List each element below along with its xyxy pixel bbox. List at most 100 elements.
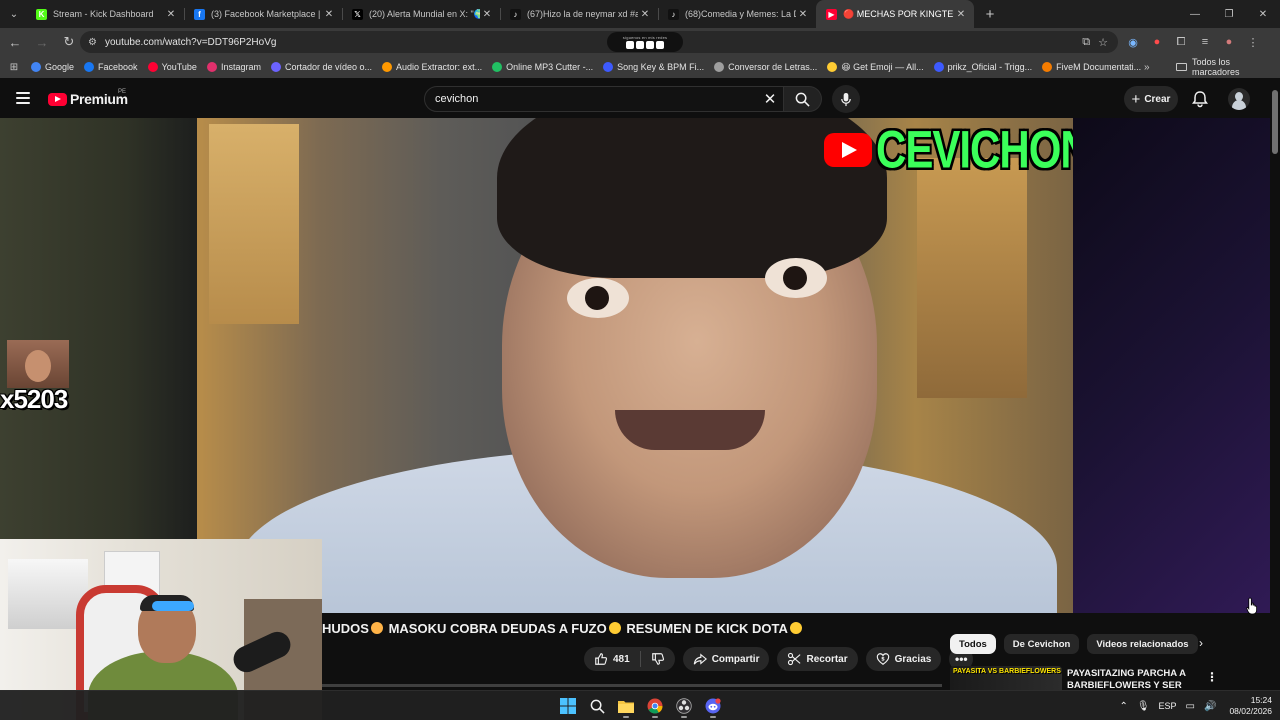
tray-network-icon[interactable]: ▭ bbox=[1186, 701, 1195, 712]
bookmark-label: FiveM Documentati... bbox=[1056, 62, 1142, 72]
bookmark-item[interactable]: 😆 Get Emoji — All... bbox=[822, 62, 928, 73]
create-button[interactable]: + Crear bbox=[1124, 86, 1178, 112]
tray-microphone-icon[interactable]: 🎙 bbox=[1137, 701, 1150, 712]
extension-audio-icon[interactable]: ◉ bbox=[1124, 36, 1142, 49]
like-count: 481 bbox=[613, 653, 630, 665]
browser-tab[interactable]: ▶ 🔴 MECHAS POR KINGTEKA 🔴✕ bbox=[816, 0, 974, 28]
all-bookmarks-button[interactable]: Todos los marcadores bbox=[1176, 56, 1280, 78]
tab-title: (3) Facebook Marketplace | Fac bbox=[211, 9, 322, 19]
dislike-button[interactable] bbox=[641, 647, 675, 671]
video-frame-window-right bbox=[917, 158, 1027, 398]
close-tab-icon[interactable]: ✕ bbox=[322, 9, 336, 20]
close-tab-icon[interactable]: ✕ bbox=[638, 9, 652, 20]
bookmark-star-icon[interactable]: ☆ bbox=[1098, 36, 1108, 49]
bookmark-item[interactable]: prikz_Oficial - Trigg... bbox=[929, 62, 1038, 73]
install-app-icon[interactable]: ⧉ bbox=[1082, 36, 1090, 49]
like-button[interactable]: 481 bbox=[584, 647, 640, 671]
taskbar-clock[interactable]: 15:24 08/02/2026 bbox=[1229, 695, 1272, 717]
site-info-icon[interactable]: ⚙ bbox=[88, 37, 97, 48]
bookmark-item[interactable]: Audio Extractor: ext... bbox=[377, 62, 487, 73]
extension-record-icon[interactable]: ● bbox=[1148, 36, 1166, 48]
video-title-part-1: HUDOS bbox=[322, 621, 369, 636]
profile-icon[interactable]: ● bbox=[1220, 36, 1238, 48]
notifications-bell-icon[interactable] bbox=[1190, 89, 1210, 109]
browser-tab[interactable]: 𝕏 (20) Alerta Mundial en X: "🌍 | ✕ bbox=[342, 0, 500, 28]
tab-title: (67)Hizo la de neymar xd #acu bbox=[527, 9, 638, 19]
clear-search-icon[interactable]: ✕ bbox=[757, 90, 783, 108]
page-scrollbar[interactable] bbox=[1271, 80, 1280, 690]
bookmark-item[interactable]: Song Key & BPM Fi... bbox=[598, 62, 709, 73]
windows-start-icon[interactable] bbox=[556, 694, 580, 718]
close-tab-icon[interactable]: ✕ bbox=[164, 9, 178, 20]
account-avatar[interactable] bbox=[1228, 88, 1250, 110]
stream-alert-image bbox=[7, 340, 69, 388]
bookmark-item[interactable]: Conversor de Letras... bbox=[709, 62, 822, 73]
file-explorer-icon[interactable] bbox=[614, 694, 638, 718]
windows-taskbar: ⌃ 🎙 ESP ▭ 🔊 15:24 08/02/2026 bbox=[0, 690, 1280, 720]
browser-tab[interactable]: ♪ (67)Hizo la de neymar xd #acu ✕ bbox=[500, 0, 658, 28]
bookmark-favicon-icon bbox=[270, 62, 281, 72]
thanks-button[interactable]: $ Gracias bbox=[865, 647, 942, 671]
filter-chip[interactable]: De Cevichon bbox=[1003, 634, 1080, 654]
taskbar-search-icon[interactable] bbox=[585, 694, 609, 718]
bookmark-item[interactable]: Instagram bbox=[202, 62, 266, 73]
browser-tab-strip: ⌄ K Stream - Kick Dashboard ✕ f (3) Facebook… bbox=[0, 0, 1280, 28]
voice-search-button[interactable] bbox=[832, 85, 860, 113]
browser-menu-icon[interactable]: ⋮ bbox=[1244, 36, 1262, 49]
bookmark-item[interactable]: Cortador de vídeo o... bbox=[266, 62, 377, 73]
input-language[interactable]: ESP bbox=[1159, 701, 1177, 711]
recommendation-menu-icon[interactable]: ⋮ bbox=[1206, 670, 1218, 684]
clip-button[interactable]: Recortar bbox=[777, 647, 858, 671]
tab-search-chevron-icon[interactable]: ⌄ bbox=[2, 3, 26, 25]
tray-overflow-chevron-icon[interactable]: ⌃ bbox=[1119, 701, 1127, 712]
close-tab-icon[interactable]: ✕ bbox=[796, 9, 810, 20]
media-controls-icon[interactable]: ≡ bbox=[1196, 36, 1214, 48]
bookmark-item[interactable]: Google bbox=[26, 62, 79, 73]
recommendation-title[interactable]: PAYASITAZING PARCHA A BARBIEFLOWERS Y SE… bbox=[1067, 668, 1199, 688]
bookmark-item[interactable]: Online MP3 Cutter -... bbox=[487, 62, 598, 73]
filter-chip[interactable]: Todos bbox=[950, 634, 996, 654]
search-button[interactable] bbox=[784, 86, 822, 112]
channel-brand-overlay: CEVICHON bbox=[824, 120, 1073, 179]
youtube-masthead: Premium PE cevichon ✕ + Crear bbox=[0, 80, 1280, 118]
address-bar[interactable]: ⚙ youtube.com/watch?v=DDT96P2HoVg síguen… bbox=[80, 31, 1118, 53]
search-input[interactable]: cevichon ✕ bbox=[424, 86, 784, 112]
video-frame-right-eye bbox=[765, 258, 827, 298]
youtube-premium-logo[interactable]: Premium bbox=[48, 91, 128, 107]
browser-tab[interactable]: f (3) Facebook Marketplace | Fac✕ bbox=[184, 0, 342, 28]
bookmark-label: Song Key & BPM Fi... bbox=[617, 62, 705, 72]
minimize-icon[interactable]: — bbox=[1178, 0, 1212, 28]
restore-icon[interactable]: ❐ bbox=[1212, 0, 1246, 28]
bookmark-item[interactable]: Facebook bbox=[79, 62, 143, 73]
recommendation-thumbnail[interactable]: PAYASITA VS BARBIEFLOWERS bbox=[950, 666, 1062, 690]
tray-volume-icon[interactable]: 🔊 bbox=[1204, 701, 1216, 712]
reload-icon[interactable]: ↻ bbox=[57, 30, 81, 54]
bookmark-favicon-icon bbox=[382, 62, 393, 72]
close-tab-icon[interactable]: ✕ bbox=[480, 9, 494, 20]
new-tab-button[interactable]: + bbox=[978, 6, 1002, 23]
close-window-icon[interactable]: ✕ bbox=[1246, 0, 1280, 28]
more-bookmarks-chevron-icon[interactable]: » bbox=[1144, 56, 1150, 78]
chrome-icon[interactable] bbox=[643, 694, 667, 718]
back-arrow-icon[interactable]: ← bbox=[3, 30, 27, 54]
bookmark-item[interactable]: FiveM Documentati... bbox=[1037, 62, 1146, 73]
apps-grid-icon[interactable]: ⊞ bbox=[2, 62, 26, 73]
video-player[interactable]: CEVICHON bbox=[197, 118, 1073, 613]
share-button[interactable]: Compartir bbox=[682, 647, 770, 671]
scrollbar-thumb[interactable] bbox=[1272, 90, 1278, 154]
extensions-puzzle-icon[interactable]: ⧠ bbox=[1172, 36, 1190, 49]
browser-tab[interactable]: K Stream - Kick Dashboard ✕ bbox=[26, 0, 184, 28]
tiktok-icon: ♪ bbox=[510, 8, 521, 20]
bookmark-item[interactable]: YouTube bbox=[143, 62, 202, 73]
filter-chip[interactable]: Videos relacionados bbox=[1087, 634, 1198, 654]
menu-icon[interactable] bbox=[16, 92, 30, 104]
obs-icon[interactable] bbox=[672, 694, 696, 718]
close-tab-icon[interactable]: ✕ bbox=[954, 9, 968, 20]
browser-tab[interactable]: ♪ (68)Comedia y Memes: La Diver✕ bbox=[658, 0, 816, 28]
chevron-right-icon[interactable]: › bbox=[1194, 636, 1208, 652]
discord-icon[interactable] bbox=[701, 694, 725, 718]
search-query-text[interactable]: cevichon bbox=[435, 93, 757, 105]
clock-date: 08/02/2026 bbox=[1229, 706, 1272, 716]
url-text[interactable]: youtube.com/watch?v=DDT96P2HoVg bbox=[105, 37, 1082, 48]
forward-arrow-icon[interactable]: → bbox=[30, 30, 54, 54]
